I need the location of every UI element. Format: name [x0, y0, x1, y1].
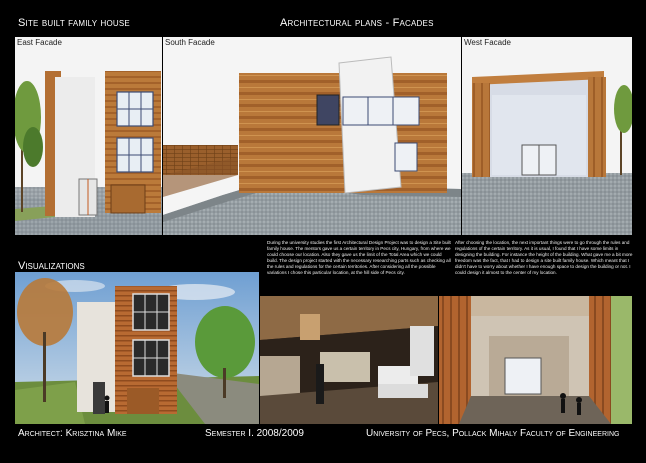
west-facade-label: West Facade: [464, 38, 511, 47]
description-left: During the university studies the first …: [267, 240, 451, 276]
interior-visualization-section: [439, 296, 632, 424]
architect-credit: Architect: Krisztina Mike: [18, 428, 127, 439]
visualizations-title: Visualizations: [18, 260, 85, 272]
west-facade-panel: West Facade: [462, 37, 632, 235]
exterior-visualization: [15, 272, 259, 424]
south-facade-panel: South Facade: [163, 37, 461, 235]
project-title: Site built family house: [18, 17, 130, 29]
section-title: Architectural plans - Facades: [280, 17, 434, 29]
description-right: After choosing the location, the next im…: [455, 240, 633, 276]
interior-visualization-living: [260, 296, 438, 424]
east-facade-panel: East Facade: [15, 37, 162, 235]
west-facade-drawing: [462, 37, 632, 235]
south-facade-label: South Facade: [165, 38, 215, 47]
semester-label: Semester I. 2008/2009: [205, 428, 304, 439]
university-label: University of Pecs, Pollack Mihaly Facul…: [366, 428, 620, 439]
east-facade-drawing: [15, 37, 162, 235]
east-facade-label: East Facade: [17, 38, 62, 47]
south-facade-drawing: [163, 37, 461, 235]
